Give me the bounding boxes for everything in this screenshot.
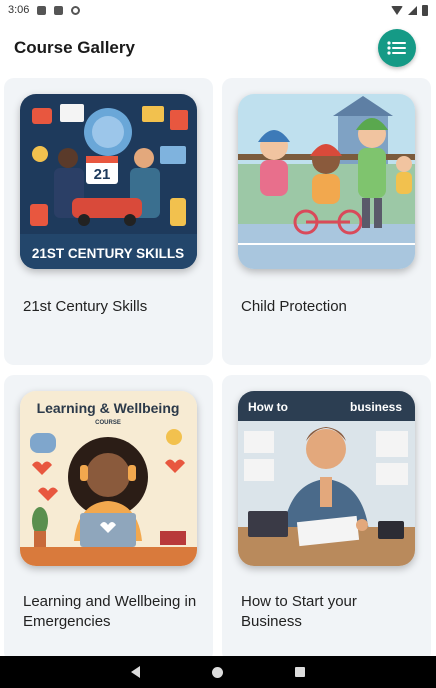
banner-text: How to: [248, 400, 288, 414]
status-right: [391, 4, 428, 16]
course-card[interactable]: How to business How to Start your Busine…: [222, 375, 431, 656]
banner-subtext: COURSE: [95, 420, 121, 426]
course-illustration: 21 21ST CENTURY SKILLS: [20, 94, 197, 269]
calendar-number: 21: [94, 166, 111, 183]
course-title: How to Start your Business: [241, 593, 357, 630]
course-thumbnail: [238, 94, 415, 269]
navigation-bar: [0, 656, 436, 688]
battery-icon: [422, 4, 428, 16]
notification-icon: [37, 5, 47, 15]
banner-text: 21ST CENTURY SKILLS: [32, 246, 184, 261]
status-left: 3:06: [8, 4, 81, 16]
course-grid: 21 21ST CENTURY SKILLS 21st Century Skil…: [4, 78, 432, 656]
banner-text: Learning & Wellbeing: [37, 400, 180, 416]
course-thumbnail: Learning & Wellbeing COURSE: [20, 391, 197, 566]
course-illustration: Learning & Wellbeing COURSE: [20, 391, 197, 566]
course-illustration: How to business: [238, 391, 415, 566]
list-icon: [387, 41, 406, 55]
course-title: Learning and Wellbeing in Emergencies: [23, 593, 197, 630]
course-thumbnail: How to business: [238, 391, 415, 566]
course-card[interactable]: 21 21ST CENTURY SKILLS 21st Century Skil…: [4, 78, 213, 365]
course-card[interactable]: Learning & Wellbeing COURSE Learning and…: [4, 375, 213, 656]
course-title: 21st Century Skills: [23, 298, 148, 315]
wifi-icon: [391, 5, 403, 15]
app-bar: Course Gallery: [0, 20, 436, 76]
back-icon[interactable]: [131, 666, 140, 678]
status-time: 3:06: [8, 4, 30, 16]
sd-card-icon: [54, 5, 64, 15]
page-title: Course Gallery: [14, 38, 135, 57]
course-card[interactable]: Child Protection: [222, 78, 431, 365]
menu-button[interactable]: [378, 29, 416, 67]
signal-icon: [408, 5, 417, 15]
course-illustration: [238, 94, 415, 269]
banner-text-2: business: [350, 400, 402, 414]
status-bar: 3:06: [0, 0, 436, 20]
course-title: Child Protection: [241, 298, 347, 315]
course-thumbnail: 21 21ST CENTURY SKILLS: [20, 94, 197, 269]
recents-icon[interactable]: [295, 667, 305, 677]
sync-icon: [71, 5, 81, 15]
home-icon[interactable]: [212, 666, 223, 678]
